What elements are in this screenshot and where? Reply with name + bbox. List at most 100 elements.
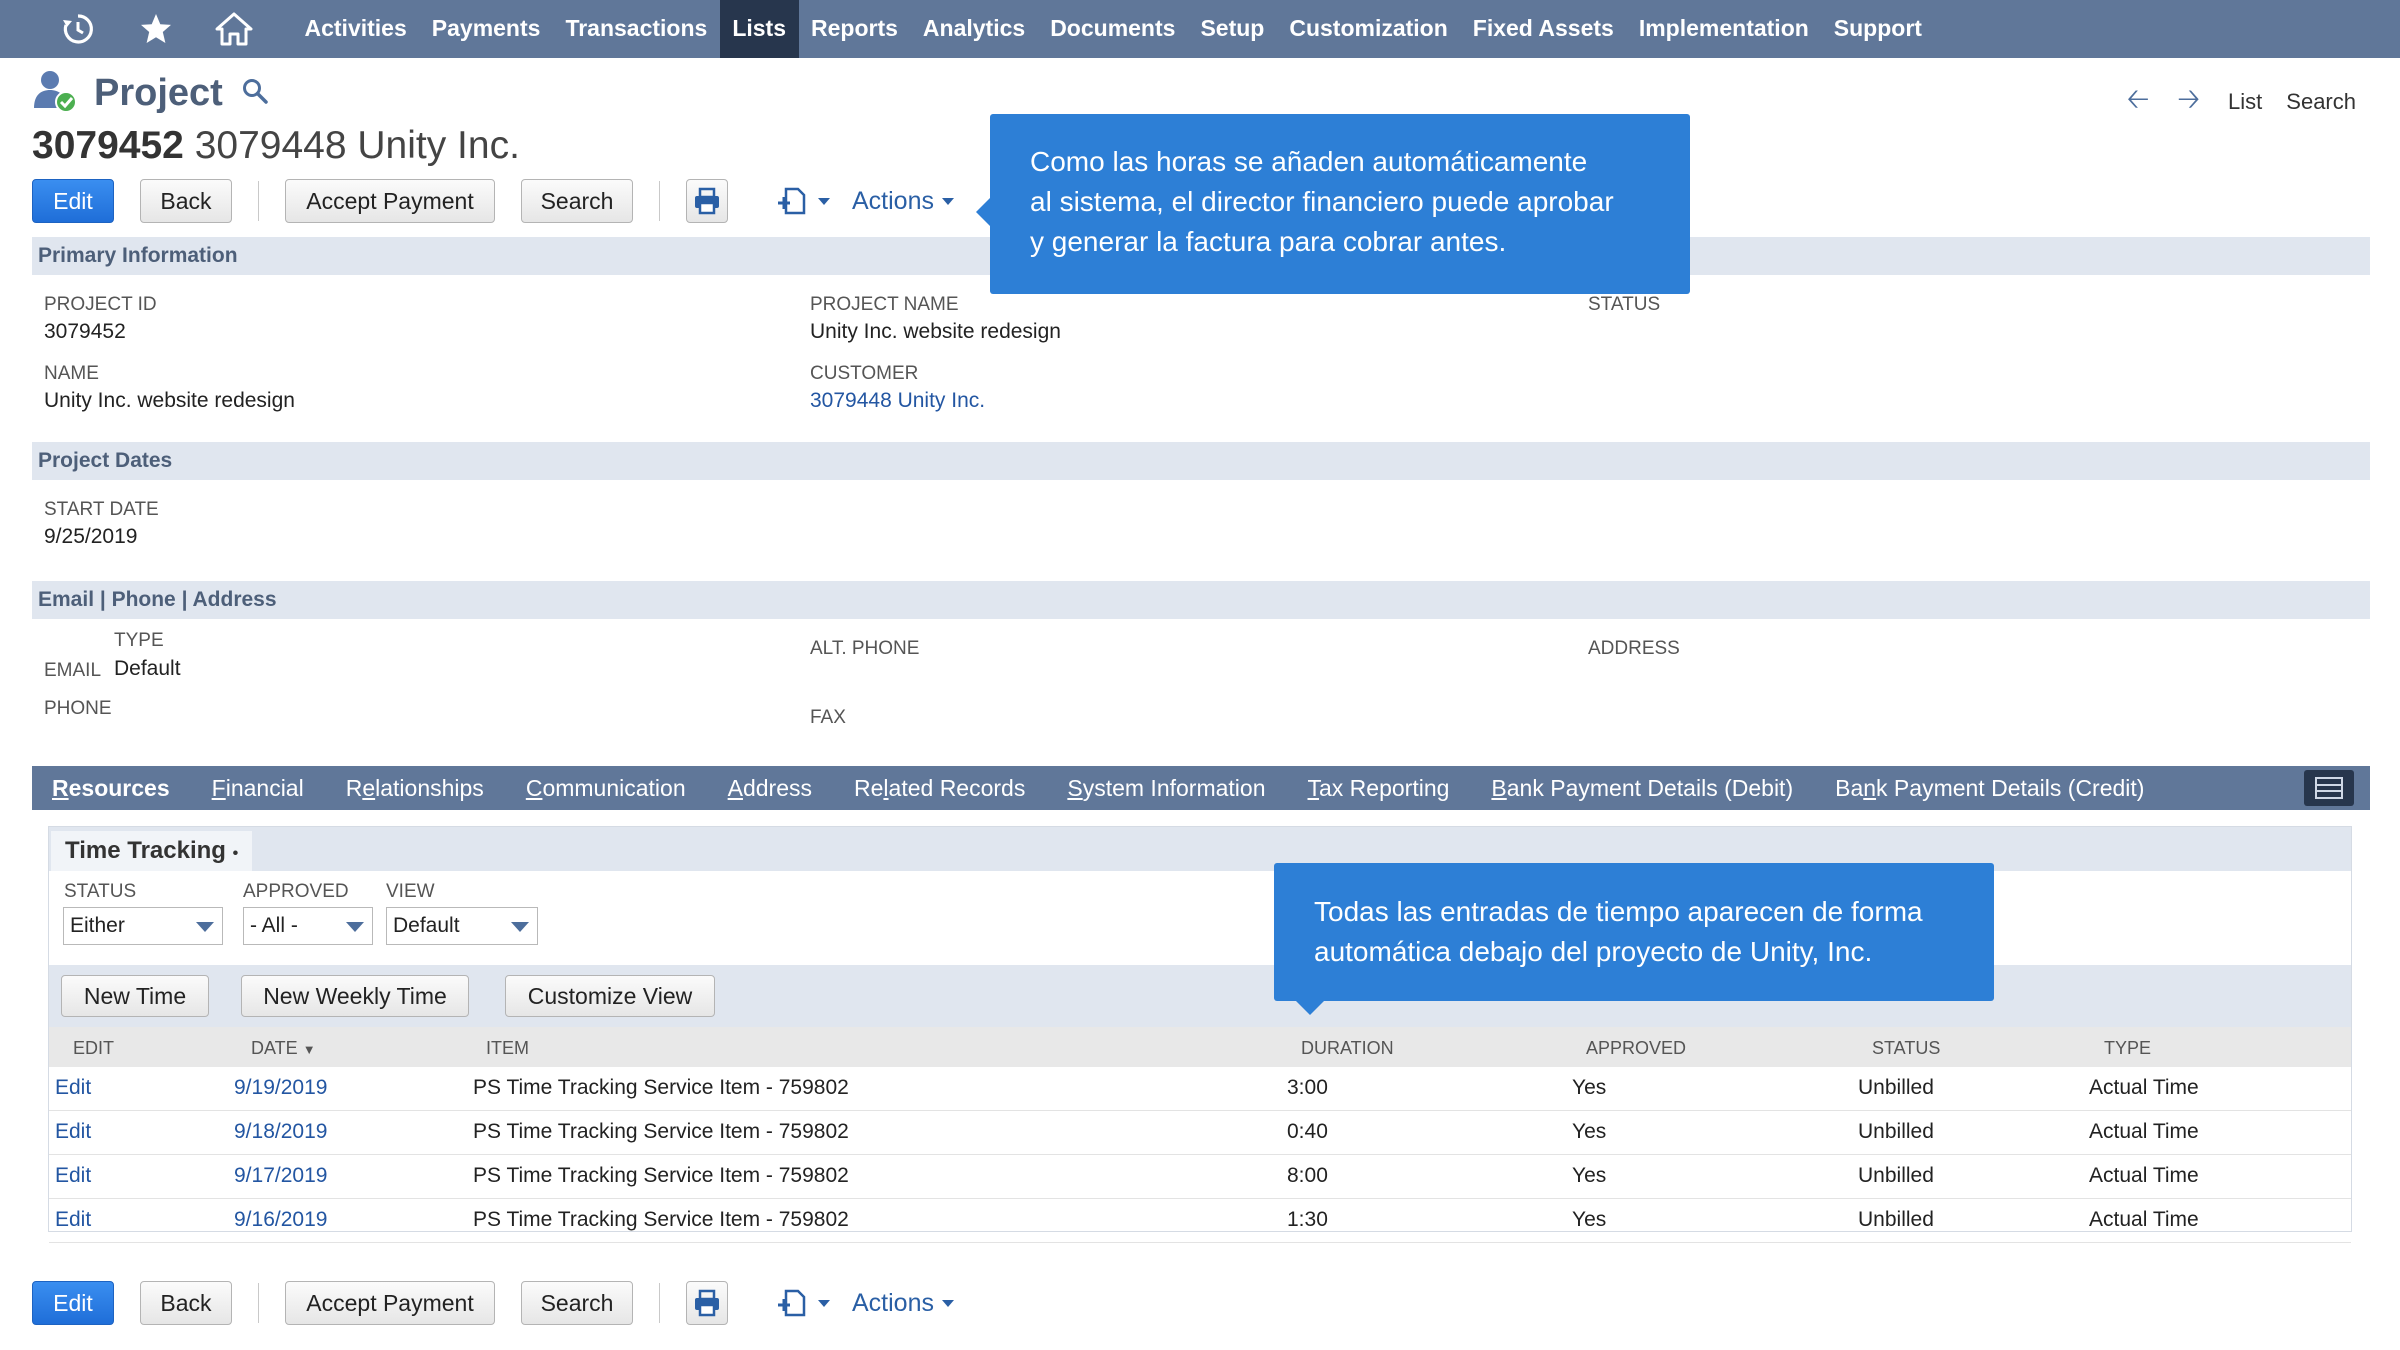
row-date-link[interactable]: 9/16/2019 xyxy=(234,1208,327,1232)
back-button[interactable]: Back xyxy=(140,1281,232,1325)
nav-item-documents[interactable]: Documents xyxy=(1038,0,1188,58)
customer-link[interactable]: 3079448 Unity Inc. xyxy=(810,389,985,413)
chevron-down-icon xyxy=(346,922,364,932)
row-date-link[interactable]: 9/18/2019 xyxy=(234,1120,327,1144)
accept-payment-button[interactable]: Accept Payment xyxy=(285,179,495,223)
row-item: PS Time Tracking Service Item - 759802 xyxy=(473,1120,849,1143)
nav-item-implementation[interactable]: Implementation xyxy=(1626,0,1821,58)
actions-menu[interactable]: Actions xyxy=(852,187,954,216)
tab-access-key: B xyxy=(1491,774,1507,801)
tab-related-records[interactable]: Related Records xyxy=(854,775,1025,802)
view-filter-select[interactable]: Default xyxy=(386,907,538,945)
nav-item-reports[interactable]: Reports xyxy=(799,0,911,58)
next-arrow-icon[interactable]: 🡢 xyxy=(2177,78,2200,126)
print-icon[interactable] xyxy=(686,1281,728,1325)
nav-item-analytics[interactable]: Analytics xyxy=(910,0,1037,58)
time-tracking-buttons: New Time New Weekly Time Customize View xyxy=(49,965,2351,1027)
tab-label-part: k Payment Details (Credit) xyxy=(1876,774,2145,801)
tab-label-part: Re xyxy=(854,774,884,801)
record-type-title: Project xyxy=(94,72,223,114)
new-record-icon[interactable] xyxy=(776,185,830,217)
status-filter-select[interactable]: Either xyxy=(63,907,223,945)
tab-bank-payment-details-debit[interactable]: Bank Payment Details (Debit) xyxy=(1491,775,1793,802)
time-table-header: EDIT DATE ▼ ITEM DURATION APPROVED STATU… xyxy=(49,1027,2351,1067)
print-icon[interactable] xyxy=(686,179,728,223)
approved-filter-select[interactable]: - All - xyxy=(243,907,373,945)
tab-access-key: F xyxy=(211,774,226,801)
tab-system-information[interactable]: System Information xyxy=(1067,775,1265,802)
search-icon[interactable] xyxy=(241,77,269,110)
star-icon[interactable] xyxy=(136,9,176,49)
column-duration[interactable]: DURATION xyxy=(1301,1038,1394,1059)
subtab-header: Time Tracking • xyxy=(49,827,2351,871)
tab-label-part: Ba xyxy=(1835,774,1864,801)
home-icon[interactable] xyxy=(214,9,254,49)
history-icon[interactable] xyxy=(58,9,98,49)
nav-item-transactions[interactable]: Transactions xyxy=(553,0,720,58)
customize-view-button[interactable]: Customize View xyxy=(505,975,715,1017)
row-edit-link[interactable]: Edit xyxy=(55,1120,91,1144)
nav-item-activities[interactable]: Activities xyxy=(292,0,419,58)
previous-arrow-icon[interactable]: 🡠 xyxy=(2127,78,2150,126)
tab-relationships[interactable]: Relationships xyxy=(346,775,484,802)
new-weekly-time-button[interactable]: New Weekly Time xyxy=(241,975,469,1017)
tab-communication[interactable]: Communication xyxy=(526,775,686,802)
column-edit[interactable]: EDIT xyxy=(73,1038,114,1059)
tab-access-key: C xyxy=(525,774,543,801)
search-link[interactable]: Search xyxy=(2286,89,2356,115)
toolbar-separator xyxy=(659,1283,660,1323)
project-id-label: PROJECT ID xyxy=(44,294,157,315)
record-name: 3079448 Unity Inc. xyxy=(194,124,520,167)
list-link[interactable]: List xyxy=(2228,89,2262,115)
row-edit-link[interactable]: Edit xyxy=(55,1076,91,1100)
row-edit-link[interactable]: Edit xyxy=(55,1208,91,1232)
start-date-value: 9/25/2019 xyxy=(44,525,138,548)
column-status[interactable]: STATUS xyxy=(1872,1038,1940,1059)
callout-line: Todas las entradas de tiempo aparecen de… xyxy=(1314,896,1923,927)
back-button[interactable]: Back xyxy=(140,179,232,223)
type-label: TYPE xyxy=(114,630,164,651)
tab-time-tracking[interactable]: Time Tracking • xyxy=(51,831,253,871)
row-duration: 8:00 xyxy=(1287,1164,1328,1187)
nav-item-lists[interactable]: Lists xyxy=(719,0,799,58)
actions-menu[interactable]: Actions xyxy=(852,1289,954,1318)
tab-financial[interactable]: Financial xyxy=(212,775,304,802)
toolbar-separator xyxy=(659,181,660,221)
nav-item-fixed-assets[interactable]: Fixed Assets xyxy=(1460,0,1626,58)
tab-layout-icon[interactable] xyxy=(2304,770,2354,806)
edit-button[interactable]: Edit xyxy=(32,1281,114,1325)
project-dates-section[interactable]: Project Dates xyxy=(32,442,2370,480)
nav-item-setup[interactable]: Setup xyxy=(1188,0,1277,58)
nav-item-payments[interactable]: Payments xyxy=(419,0,553,58)
row-type: Actual Time xyxy=(2089,1120,2199,1143)
view-filter-label: VIEW xyxy=(386,881,435,902)
chevron-down-icon xyxy=(196,922,214,932)
column-item[interactable]: ITEM xyxy=(486,1038,529,1059)
tab-resources[interactable]: Resources xyxy=(52,775,170,802)
accept-payment-button[interactable]: Accept Payment xyxy=(285,1281,495,1325)
email-phone-address-section[interactable]: Email | Phone | Address xyxy=(32,581,2370,619)
new-record-icon[interactable] xyxy=(776,1287,830,1319)
alt-phone-label: ALT. PHONE xyxy=(810,638,920,659)
nav-item-customization[interactable]: Customization xyxy=(1277,0,1460,58)
tab-address[interactable]: Address xyxy=(728,775,812,802)
column-type[interactable]: TYPE xyxy=(2104,1038,2151,1059)
tab-bank-payment-details-credit[interactable]: Bank Payment Details (Credit) xyxy=(1835,775,2144,802)
row-date-link[interactable]: 9/17/2019 xyxy=(234,1164,327,1188)
tab-access-key: T xyxy=(1307,774,1320,801)
column-approved[interactable]: APPROVED xyxy=(1586,1038,1686,1059)
address-label: ADDRESS xyxy=(1588,638,1680,659)
column-date[interactable]: DATE ▼ xyxy=(251,1038,316,1059)
search-button[interactable]: Search xyxy=(521,179,633,223)
tab-tax-reporting[interactable]: Tax Reporting xyxy=(1308,775,1450,802)
callout-line: y generar la factura para cobrar antes. xyxy=(1030,226,1507,257)
row-edit-link[interactable]: Edit xyxy=(55,1164,91,1188)
tab-access-key: n xyxy=(1863,774,1877,801)
row-type: Actual Time xyxy=(2089,1164,2199,1187)
row-date-link[interactable]: 9/19/2019 xyxy=(234,1076,327,1100)
tab-label-part: inancial xyxy=(225,774,304,801)
edit-button[interactable]: Edit xyxy=(32,179,114,223)
search-button[interactable]: Search xyxy=(521,1281,633,1325)
nav-item-support[interactable]: Support xyxy=(1821,0,1934,58)
new-time-button[interactable]: New Time xyxy=(61,975,209,1017)
